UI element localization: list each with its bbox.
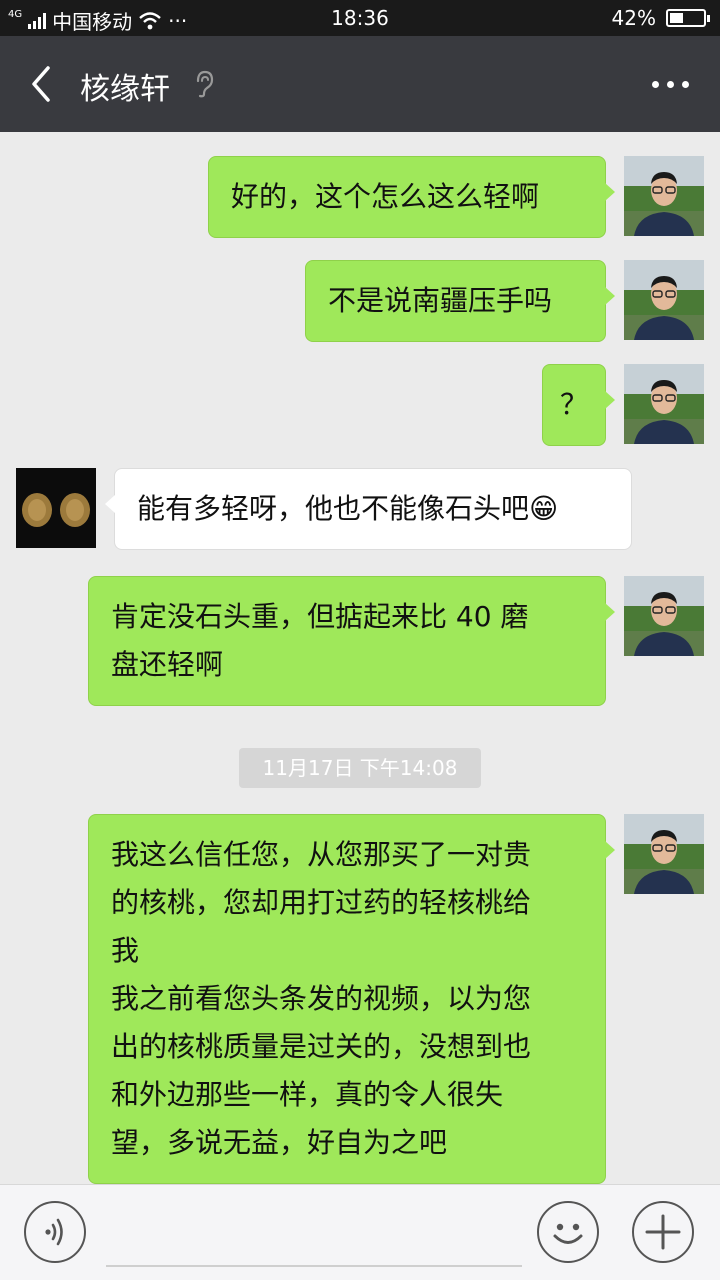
user-portrait-icon (624, 364, 704, 444)
status-bar: 4G 中国移动 ··· 18:36 42% (0, 0, 720, 36)
more-functions-button[interactable] (632, 1201, 694, 1263)
battery-percent: 42% (611, 6, 656, 30)
emoji-button[interactable] (537, 1201, 599, 1263)
message-text: 不是说南疆压手吗 (328, 284, 553, 317)
back-arrow-icon[interactable] (22, 62, 66, 106)
message-bubble[interactable]: ？ (542, 364, 615, 446)
status-right: 42% (611, 6, 710, 30)
chat-header: 核缘轩 (0, 36, 720, 132)
self-avatar[interactable] (624, 156, 704, 236)
input-bar (0, 1184, 720, 1280)
message-text: ？ (559, 388, 588, 421)
plus-icon (645, 1214, 681, 1250)
message-bubble[interactable]: 能有多轻呀，他也不能像石头吧😁 (105, 468, 632, 550)
smiley-icon (553, 1223, 583, 1244)
message-bubble[interactable]: 好的，这个怎么这么轻啊 (208, 156, 615, 238)
message-text: 肯定没石头重，但掂起来比 40 磨 盘还轻啊 (111, 600, 529, 681)
battery-icon (666, 9, 710, 27)
user-portrait-icon (624, 576, 704, 656)
message-bubble[interactable]: 我这么信任您，从您那买了一对贵 的核桃，您却用打过药的轻核桃给 我 我之前看您头… (88, 814, 615, 1184)
voice-input-button[interactable] (24, 1201, 86, 1263)
message-bubble[interactable]: 不是说南疆压手吗 (305, 260, 615, 342)
voice-icon (45, 1218, 63, 1246)
self-avatar[interactable] (624, 814, 704, 894)
dot-icon (652, 80, 659, 88)
message-text: 我这么信任您，从您那买了一对贵 的核桃，您却用打过药的轻核桃给 我 我之前看您头… (111, 838, 532, 1159)
more-options-button[interactable] (652, 72, 698, 96)
user-portrait-icon (624, 156, 704, 236)
dot-icon (667, 80, 674, 88)
contact-avatar[interactable] (16, 468, 96, 548)
self-avatar[interactable] (624, 364, 704, 444)
self-avatar[interactable] (624, 576, 704, 656)
message-text: 能有多轻呀，他也不能像石头吧😁 (137, 492, 559, 525)
ear-icon[interactable] (192, 69, 216, 99)
chat-title: 核缘轩 (80, 72, 170, 107)
user-portrait-icon (624, 260, 704, 340)
walnut-logo-icon (16, 468, 96, 548)
battery-fill (670, 13, 684, 23)
chat-area[interactable]: 好的，这个怎么这么轻啊 不是说南疆压手吗 ？ 能有多轻呀，他也不能像石头吧😁 肯… (0, 132, 720, 1184)
timestamp-divider: 11月17日 下午14:08 (239, 748, 481, 788)
message-input[interactable] (106, 1205, 522, 1267)
self-avatar[interactable] (624, 260, 704, 340)
message-text: 好的，这个怎么这么轻啊 (231, 180, 540, 213)
message-bubble[interactable]: 肯定没石头重，但掂起来比 40 磨 盘还轻啊 (88, 576, 615, 706)
user-portrait-icon (624, 814, 704, 894)
dot-icon (682, 80, 689, 88)
